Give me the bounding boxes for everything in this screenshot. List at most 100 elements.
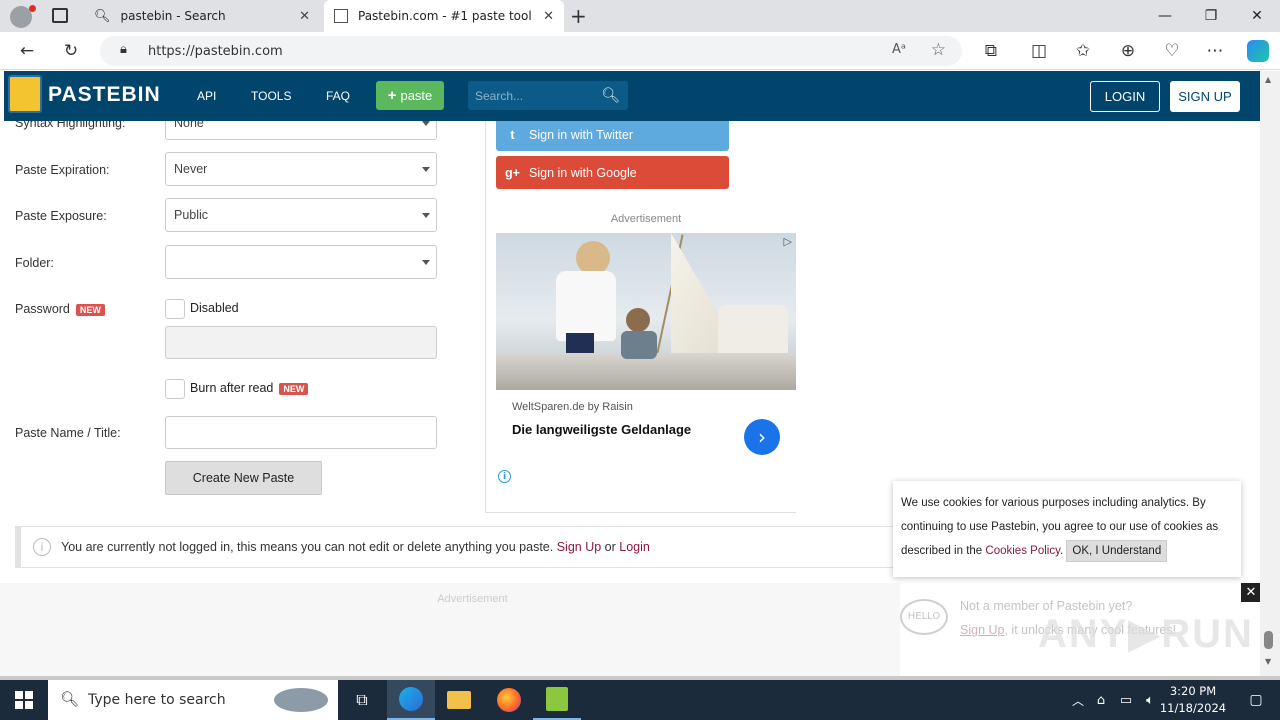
password-label-row: Password NEW bbox=[15, 302, 105, 316]
taskbar-clock[interactable]: 3:20 PM 11/18/2024 bbox=[1158, 683, 1228, 717]
clock-date: 11/18/2024 bbox=[1159, 701, 1227, 715]
folder-label: Folder: bbox=[15, 256, 54, 270]
exposure-label: Paste Exposure: bbox=[15, 209, 107, 223]
burn-after-read-row: Burn after read NEW bbox=[190, 381, 309, 395]
login-button[interactable]: LOGIN bbox=[1090, 81, 1160, 112]
browser-tab-strip: 🔍︎ pastebin - Search ✕ Pastebin.com - #1… bbox=[0, 0, 1280, 32]
nav-api[interactable]: API bbox=[197, 89, 216, 103]
notice-login-link[interactable]: Login bbox=[619, 540, 650, 554]
notice-signup-link[interactable]: Sign Up bbox=[557, 540, 601, 554]
nav-faq[interactable]: FAQ bbox=[326, 89, 350, 103]
minimize-icon[interactable]: — bbox=[1142, 0, 1188, 32]
close-tab-icon[interactable]: ✕ bbox=[299, 9, 310, 24]
split-screen-icon[interactable]: ◫ bbox=[1024, 36, 1054, 66]
ad-headline: Die langweiligste Geldanlage bbox=[512, 422, 692, 437]
favorite-star-icon[interactable]: ☆ bbox=[931, 40, 946, 60]
scroll-up-icon[interactable]: ▲ bbox=[1265, 75, 1271, 84]
file-explorer-icon[interactable] bbox=[435, 680, 483, 720]
new-paste-button[interactable]: + paste bbox=[376, 81, 444, 110]
adchoices-icon[interactable]: ▷ bbox=[784, 235, 792, 248]
collections-icon[interactable]: ⊕ bbox=[1113, 36, 1143, 66]
ad-image[interactable]: ▷ bbox=[496, 233, 796, 390]
nav-tools[interactable]: TOOLS bbox=[251, 89, 291, 103]
info-icon: i bbox=[33, 538, 51, 556]
syntax-label: Syntax Highlighting: bbox=[15, 121, 126, 130]
lower-advertisement-label: Advertisement bbox=[437, 593, 508, 605]
scroll-down-icon[interactable]: ▼ bbox=[1265, 657, 1271, 666]
burn-after-read-checkbox[interactable] bbox=[165, 379, 185, 399]
search-icon: 🔍︎ bbox=[94, 8, 111, 24]
notepad-plus-icon[interactable] bbox=[533, 680, 581, 720]
tab-actions-icon[interactable] bbox=[52, 8, 68, 23]
new-tab-icon[interactable]: + bbox=[570, 4, 587, 28]
expiration-label: Paste Expiration: bbox=[15, 163, 110, 177]
tab-pastebin-search[interactable]: 🔍︎ pastebin - Search ✕ bbox=[84, 0, 320, 32]
advertisement-label: Advertisement bbox=[610, 213, 682, 225]
password-input[interactable] bbox=[165, 326, 437, 359]
paste-button-label: paste bbox=[400, 88, 433, 103]
twitter-icon: t bbox=[510, 127, 515, 142]
twitter-signin-button[interactable]: t Sign in with Twitter bbox=[496, 121, 729, 151]
windows-start-icon[interactable] bbox=[0, 680, 48, 720]
password-checkbox[interactable] bbox=[165, 299, 185, 319]
read-aloud-icon[interactable]: Aᵃ bbox=[892, 42, 906, 57]
close-popup-icon[interactable]: ✕ bbox=[1241, 583, 1261, 602]
notice-or: or bbox=[604, 540, 616, 554]
syntax-select[interactable]: None bbox=[165, 121, 437, 140]
logo-text[interactable]: PASTEBIN bbox=[48, 83, 161, 107]
ad-info-icon[interactable]: i bbox=[498, 470, 511, 483]
expiration-select[interactable]: Never bbox=[165, 152, 437, 186]
folder-select[interactable] bbox=[165, 245, 437, 279]
taskbar-search-placeholder: Type here to search bbox=[88, 692, 226, 708]
scroll-thumb[interactable] bbox=[1264, 631, 1273, 649]
clock-time: 3:20 PM bbox=[1169, 684, 1217, 698]
lower-section: Advertisement bbox=[0, 583, 900, 676]
edge-taskbar-icon[interactable] bbox=[387, 680, 435, 720]
extensions-icon[interactable]: ⧉ bbox=[976, 36, 1006, 66]
cookie-accept-button[interactable]: OK, I Understand bbox=[1066, 540, 1168, 562]
cookie-text: We use cookies for various purposes incl… bbox=[901, 497, 1219, 557]
hello-icon: HELLO bbox=[900, 599, 948, 635]
favorites-icon[interactable]: ✩ bbox=[1068, 36, 1098, 66]
page-scrollbar[interactable]: ▲ ▼ bbox=[1260, 71, 1280, 676]
browser-essentials-icon[interactable]: ♡ bbox=[1157, 36, 1187, 66]
password-toggle-label: Disabled bbox=[190, 301, 239, 315]
close-tab-icon[interactable]: ✕ bbox=[543, 9, 554, 24]
search-input[interactable]: Search... 🔍︎ bbox=[468, 81, 628, 110]
tab-pastebin-home[interactable]: Pastebin.com - #1 paste tool sinc ✕ bbox=[324, 0, 564, 32]
exposure-select[interactable]: Public bbox=[165, 198, 437, 232]
copilot-icon[interactable] bbox=[1243, 36, 1273, 66]
back-icon[interactable]: ← bbox=[12, 36, 42, 66]
refresh-icon[interactable]: ↻ bbox=[56, 36, 86, 66]
title-label: Paste Name / Title: bbox=[15, 426, 121, 440]
create-paste-button[interactable]: Create New Paste bbox=[165, 461, 322, 495]
plus-icon: + bbox=[387, 87, 397, 104]
member-signup-link[interactable]: Sign Up bbox=[960, 623, 1004, 637]
cookies-policy-link[interactable]: Cookies Policy bbox=[985, 545, 1060, 557]
notifications-icon[interactable]: ▢ bbox=[1232, 680, 1280, 720]
advertisement[interactable]: ▷ WeltSparen.de by Raisin Die langweilig… bbox=[496, 233, 796, 493]
manatee-search-illustration-icon bbox=[274, 688, 328, 712]
search-icon[interactable]: 🔍︎ bbox=[601, 86, 620, 104]
task-view-icon[interactable]: ⧉ bbox=[338, 680, 386, 720]
google-label: Sign in with Google bbox=[529, 165, 637, 180]
taskbar-search-input[interactable]: 🔍︎ Type here to search bbox=[48, 680, 338, 720]
pastebin-logo-icon[interactable] bbox=[8, 75, 42, 113]
firefox-icon[interactable] bbox=[485, 680, 533, 720]
search-placeholder: Search... bbox=[475, 89, 524, 103]
paste-title-input[interactable] bbox=[165, 416, 437, 449]
more-options-icon[interactable]: ⋯ bbox=[1200, 36, 1230, 66]
ad-sponsor: WeltSparen.de by Raisin bbox=[512, 401, 633, 413]
close-window-icon[interactable]: ✕ bbox=[1234, 0, 1280, 32]
column-divider bbox=[485, 121, 486, 513]
page-content: Syntax Highlighting: None Paste Expirati… bbox=[0, 121, 1260, 676]
signup-button[interactable]: SIGN UP bbox=[1170, 81, 1240, 112]
restore-icon[interactable]: ❐ bbox=[1188, 0, 1234, 32]
ad-next-arrow-icon[interactable]: › bbox=[744, 419, 780, 455]
pastebin-header: PASTEBIN API TOOLS FAQ + paste Search...… bbox=[4, 71, 1260, 121]
anyrun-watermark: ANY▶RUN bbox=[1038, 612, 1254, 656]
address-bar[interactable]: 🔒︎ https://pastebin.com Aᵃ ☆ bbox=[100, 36, 962, 66]
google-signin-button[interactable]: g+ Sign in with Google bbox=[496, 156, 729, 189]
notice-text: You are currently not logged in, this me… bbox=[61, 540, 554, 554]
windows-taskbar: 🔍︎ Type here to search ⧉ ︿ ⌂ ▭ 🔈︎ 3:20 P… bbox=[0, 680, 1280, 720]
